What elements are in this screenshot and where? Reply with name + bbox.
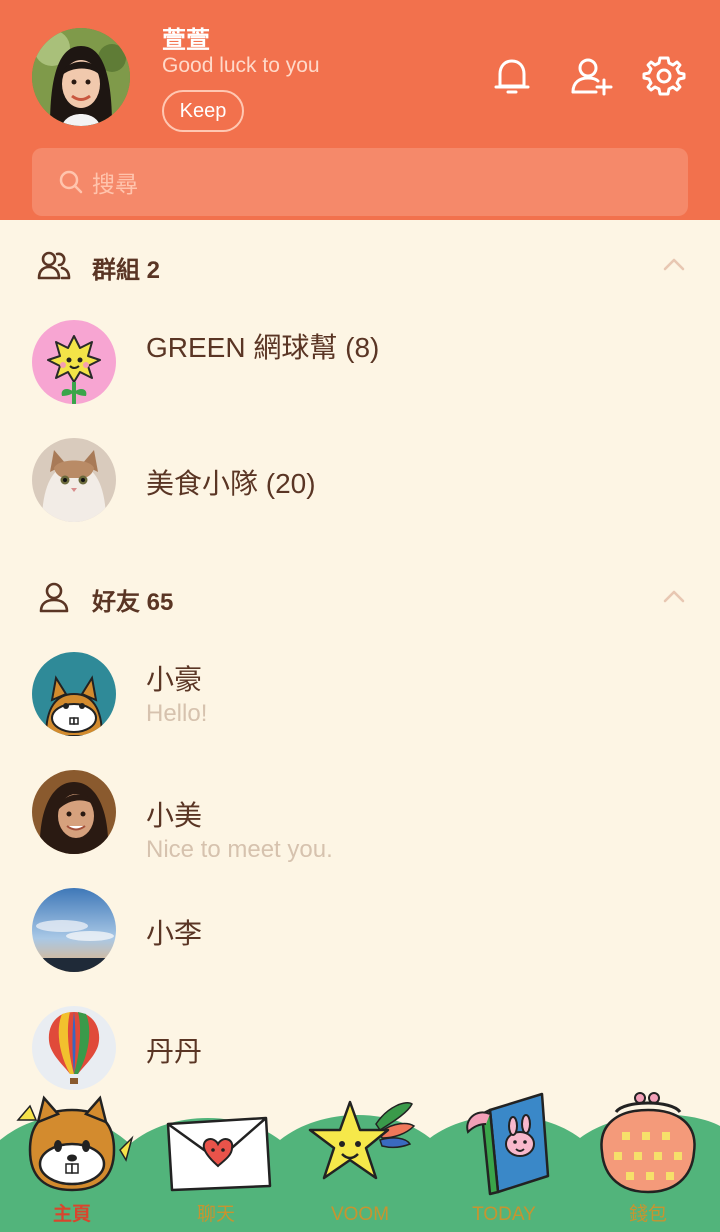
group-avatar — [32, 320, 116, 404]
friend-name: 小李 — [146, 918, 203, 949]
group-avatar — [32, 438, 116, 522]
friend-item[interactable]: 小李 — [0, 876, 720, 986]
friend-item[interactable]: 小豪 Hello! — [0, 640, 720, 750]
squirrel-sticker-icon — [32, 652, 116, 736]
chevron-up-icon[interactable] — [660, 582, 688, 610]
tab-voom[interactable]: VOOM — [288, 1080, 432, 1232]
bell-icon[interactable] — [488, 52, 536, 100]
add-friend-icon[interactable] — [568, 52, 616, 100]
groups-title: 群組 2 — [92, 257, 161, 284]
tab-wallet[interactable]: 錢包 — [576, 1080, 720, 1232]
group-item-food-team[interactable]: 美食小隊 (20) — [0, 426, 720, 536]
friend-item[interactable]: 小美 Nice to meet you. — [0, 758, 720, 868]
profile-avatar[interactable] — [32, 28, 130, 126]
woman-photo — [32, 770, 116, 854]
settings-icon[interactable] — [640, 52, 688, 100]
tab-chat-label: 聊天 — [196, 1204, 235, 1225]
friend-avatar — [32, 888, 116, 972]
tab-chat[interactable]: 聊天 — [144, 1080, 288, 1232]
envelope-chat-icon — [166, 1116, 272, 1192]
profile-name[interactable]: 萱萱 — [162, 20, 210, 55]
group-item-green-tennis[interactable]: GREEN 網球幫 (8) — [0, 308, 720, 418]
friends-title: 好友 65 — [92, 589, 174, 616]
cat-photo — [32, 438, 116, 522]
group-name: GREEN 網球幫 (8) — [146, 332, 380, 363]
group-name: 美食小隊 (20) — [146, 468, 316, 499]
chevron-up-icon[interactable] — [660, 250, 688, 278]
groups-section-header[interactable]: 群組 2 — [0, 236, 720, 296]
squirrel-home-icon — [16, 1095, 134, 1192]
search-bar[interactable]: 搜尋 — [32, 148, 688, 216]
tab-home[interactable]: 主頁 — [0, 1080, 144, 1232]
bottom-tab-bar: 主頁 聊天 VOOM TODAY 錢包 — [0, 1080, 720, 1232]
purse-wallet-icon — [600, 1092, 696, 1194]
star-voom-icon — [308, 1100, 416, 1180]
profile-status-message[interactable]: Good luck to you — [162, 54, 320, 78]
flower-sticker-icon — [32, 320, 116, 404]
friend-status-message: Hello! — [146, 700, 208, 727]
tab-today[interactable]: TODAY — [432, 1080, 576, 1232]
friend-name: 丹丹 — [146, 1036, 203, 1067]
friend-avatar — [32, 652, 116, 736]
tab-wallet-label: 錢包 — [628, 1204, 667, 1225]
friend-avatar — [32, 1006, 116, 1090]
friend-name: 小豪 — [146, 664, 203, 695]
tab-today-label: TODAY — [472, 1204, 536, 1225]
person-icon — [39, 582, 69, 613]
tab-home-label: 主頁 — [52, 1204, 91, 1225]
search-placeholder: 搜尋 — [92, 171, 138, 197]
friends-section-header[interactable]: 好友 65 — [0, 568, 720, 628]
search-icon — [59, 170, 83, 194]
friend-name: 小美 — [146, 800, 203, 831]
friend-status-message: Nice to meet you. — [146, 836, 333, 863]
tab-voom-label: VOOM — [330, 1204, 390, 1225]
profile-header: 萱萱 Good luck to you Keep 搜尋 — [0, 0, 720, 220]
friend-avatar — [32, 770, 116, 854]
book-today-icon — [466, 1092, 550, 1196]
group-icon — [37, 251, 71, 280]
hot-air-balloon-photo — [32, 1006, 116, 1090]
sky-photo — [32, 888, 116, 972]
keep-button[interactable]: Keep — [162, 90, 244, 132]
profile-photo — [32, 28, 130, 126]
